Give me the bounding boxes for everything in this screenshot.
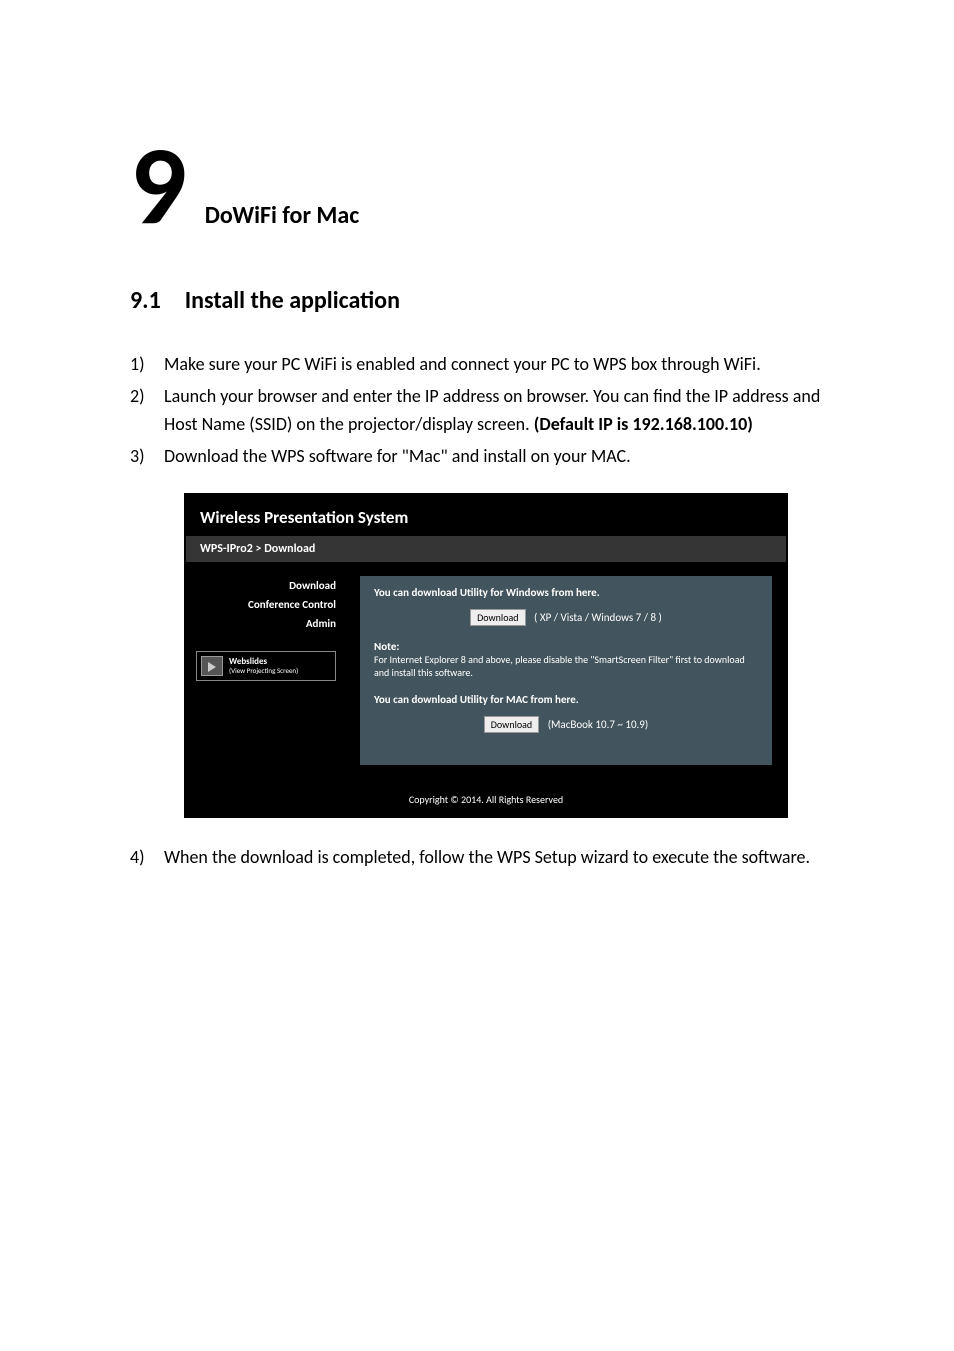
screenshot-title: Wireless Presentation System [200, 507, 772, 528]
step-text: Download the WPS software for "Mac" and … [164, 443, 824, 471]
list-item: 3) Download the WPS software for "Mac" a… [130, 443, 824, 471]
section-number: 9.1 [130, 286, 161, 315]
sidebar-item-admin[interactable]: Admin [196, 614, 336, 633]
mac-download-line: Download (MacBook 10.7 ~ 10.9) [374, 716, 758, 733]
chapter-title: DoWiFi for Mac [205, 201, 360, 230]
note-heading: Note: [374, 640, 758, 653]
mac-download-heading: You can download Utility for MAC from he… [374, 693, 758, 706]
download-button-mac[interactable]: Download [484, 716, 539, 733]
screenshot-body: Download Conference Control Admin Websli… [186, 562, 786, 785]
list-item: 1) Make sure your PC WiFi is enabled and… [130, 351, 824, 379]
windows-download-heading: You can download Utility for Windows fro… [374, 586, 758, 599]
step-number: 4) [130, 844, 164, 872]
sidebar-item-download[interactable]: Download [196, 576, 336, 595]
step-number: 2) [130, 383, 164, 439]
list-item: 2) Launch your browser and enter the IP … [130, 383, 824, 439]
play-icon [201, 656, 223, 676]
step-text-bold: (Default IP is 192.168.100.10) [534, 413, 753, 435]
step-number: 1) [130, 351, 164, 379]
embedded-screenshot: Wireless Presentation System WPS-IPro2 >… [184, 493, 788, 818]
steps-list: 1) Make sure your PC WiFi is enabled and… [130, 351, 824, 471]
webslides-label: Webslides (View Projecting Screen) [229, 657, 298, 675]
step-text: Make sure your PC WiFi is enabled and co… [164, 351, 824, 379]
breadcrumb: WPS-IPro2 > Download [186, 536, 786, 562]
sidebar-item-webslides[interactable]: Webslides (View Projecting Screen) [196, 651, 336, 681]
chapter-heading: 9 DoWiFi for Mac [130, 130, 824, 242]
step-number: 3) [130, 443, 164, 471]
screenshot-header: Wireless Presentation System [186, 495, 786, 536]
sidebar: Download Conference Control Admin Websli… [186, 562, 346, 785]
section-heading: 9.1 Install the application [130, 286, 824, 315]
note-body: For Internet Explorer 8 and above, pleas… [374, 653, 758, 679]
mac-version-text: (MacBook 10.7 ~ 10.9) [548, 718, 649, 731]
step-text: Launch your browser and enter the IP add… [164, 383, 824, 439]
screenshot-footer: Copyright © 2014. All Rights Reserved [186, 785, 786, 816]
chapter-number: 9 [130, 130, 187, 242]
webslides-subtitle: (View Projecting Screen) [229, 667, 298, 675]
download-button-windows[interactable]: Download [470, 609, 525, 626]
windows-download-line: Download ( XP / Vista / Windows 7 / 8 ) [374, 609, 758, 626]
sidebar-item-conference[interactable]: Conference Control [196, 595, 336, 614]
download-panel: You can download Utility for Windows fro… [360, 576, 772, 765]
main-panel: You can download Utility for Windows fro… [346, 562, 786, 785]
windows-version-text: ( XP / Vista / Windows 7 / 8 ) [534, 611, 662, 624]
steps-list-cont: 4) When the download is completed, follo… [130, 844, 824, 872]
list-item: 4) When the download is completed, follo… [130, 844, 824, 872]
step-text: When the download is completed, follow t… [164, 844, 824, 872]
section-title: Install the application [185, 286, 400, 315]
